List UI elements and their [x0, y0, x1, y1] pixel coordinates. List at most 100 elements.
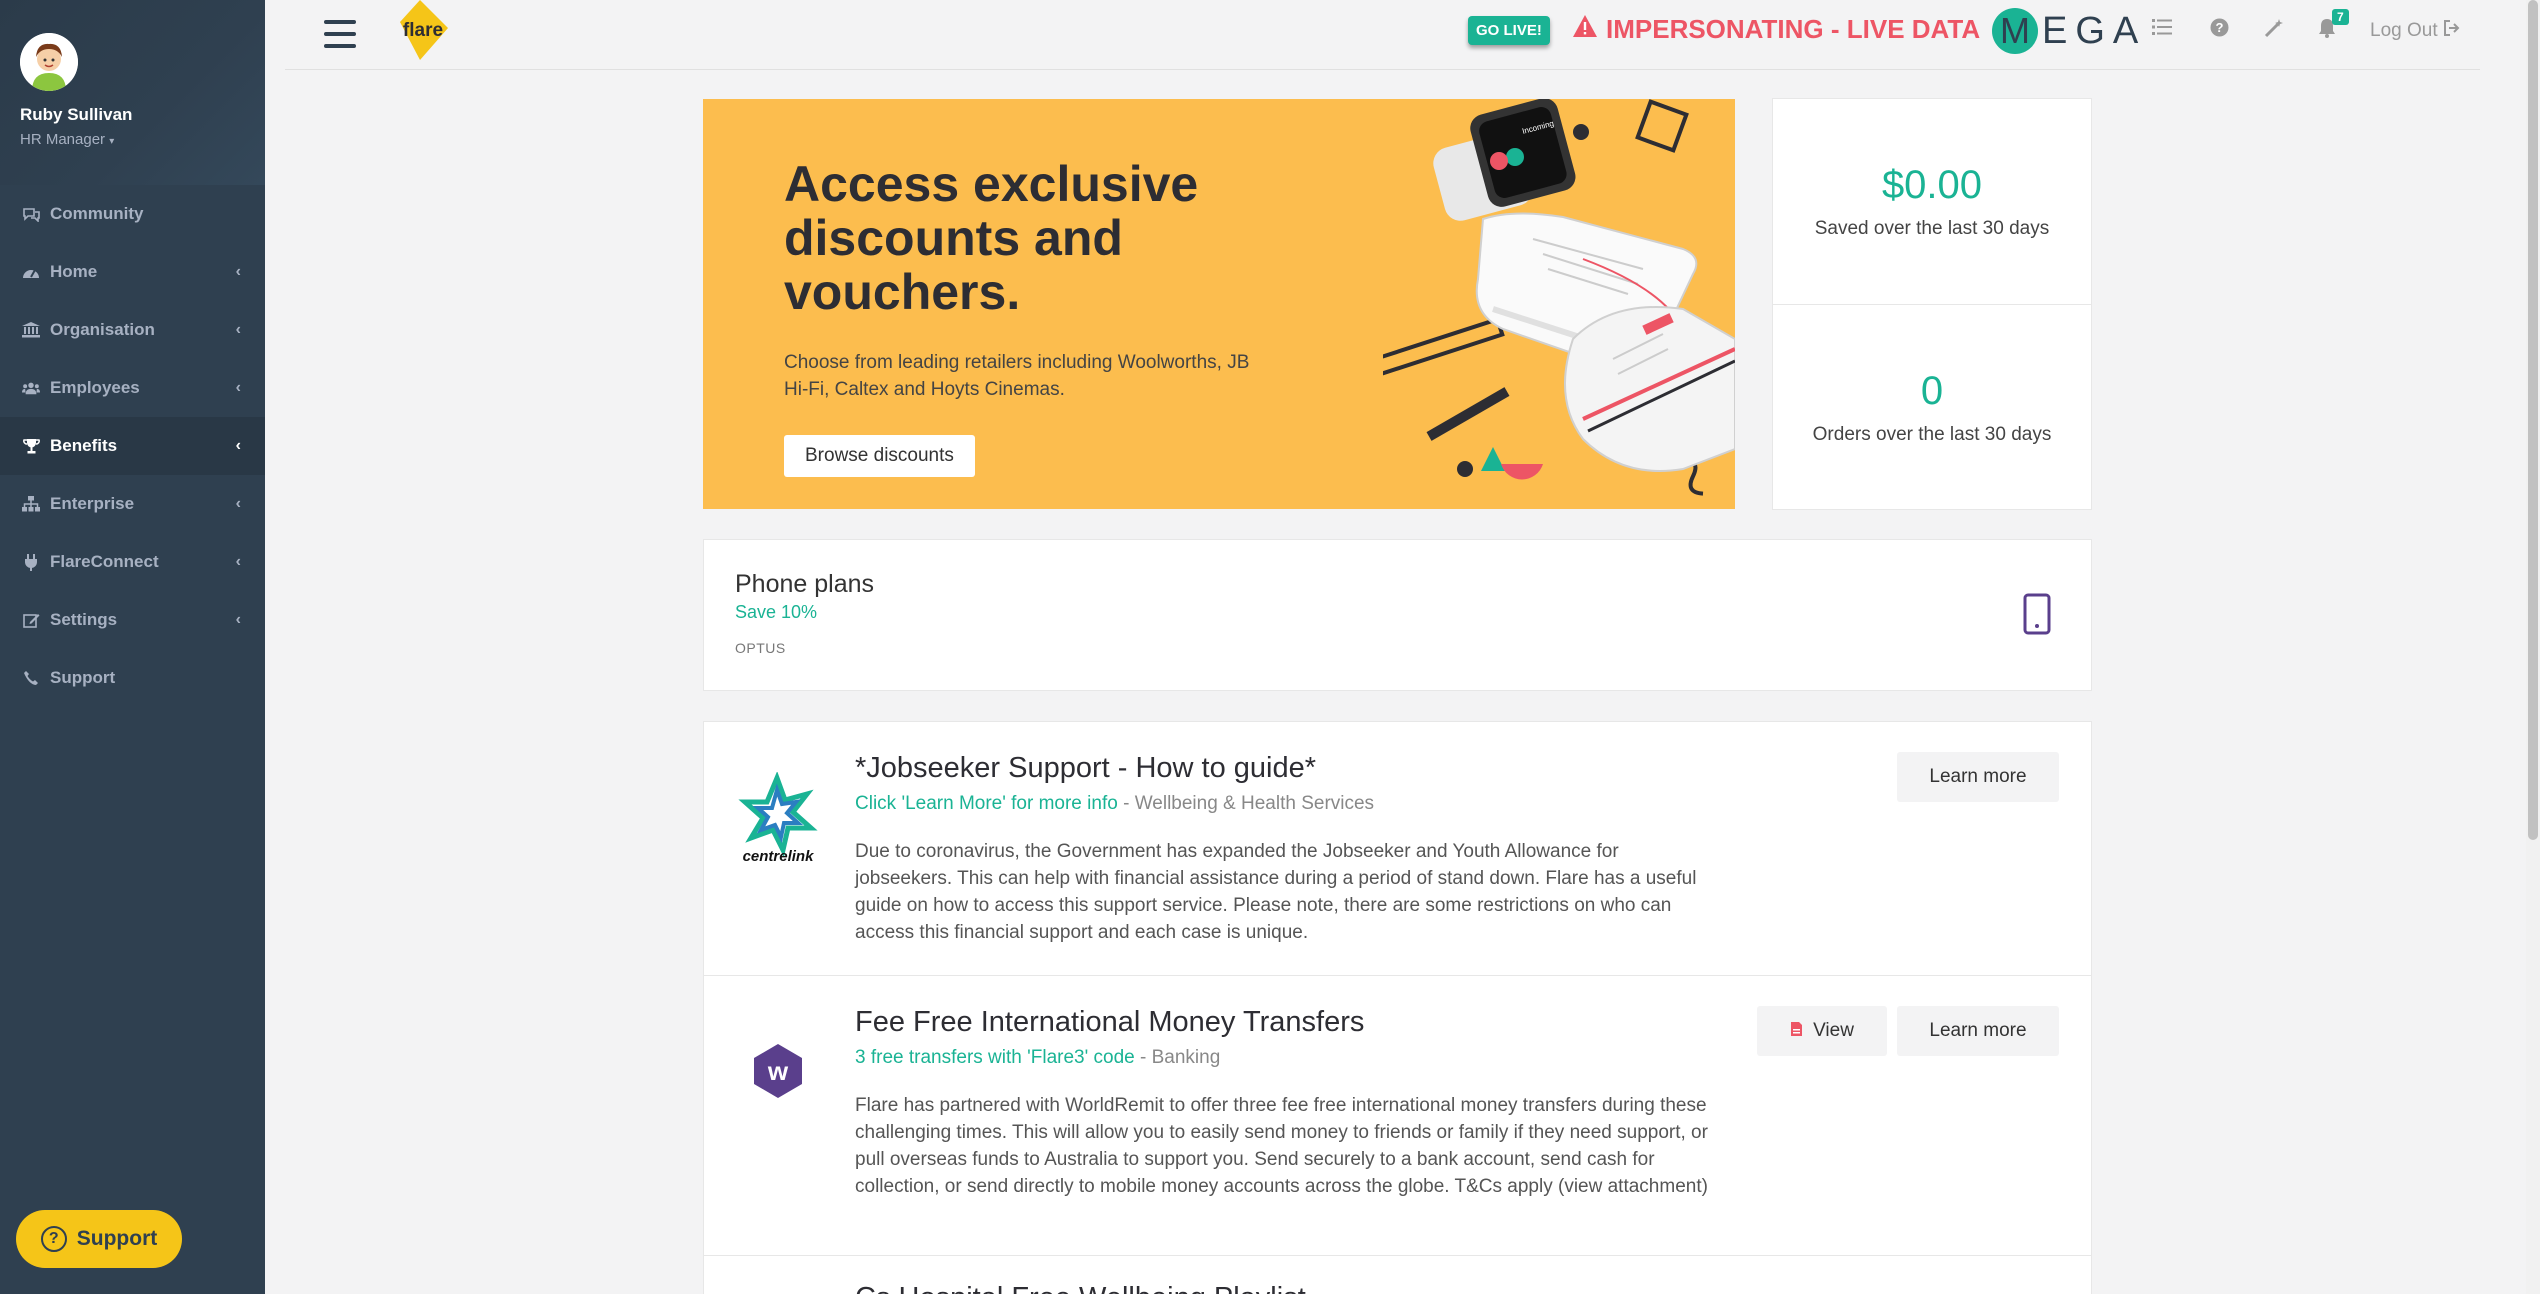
- users-icon: [22, 379, 40, 397]
- offer-description: Flare has partnered with WorldRemit to o…: [855, 1095, 1708, 1197]
- sidebar-item-benefits[interactable]: Benefits ‹: [0, 417, 265, 475]
- phone-plan-card[interactable]: Phone plans Save 10% OPTUS: [703, 539, 2092, 691]
- mega-m-circle: M: [1992, 8, 2038, 54]
- plan-title: Phone plans: [735, 570, 875, 598]
- offer-title: *Jobseeker Support - How to guide*: [855, 752, 1317, 784]
- page-scrollbar[interactable]: [2526, 0, 2540, 1294]
- logout-label[interactable]: Log Out: [2370, 20, 2438, 41]
- profile-role[interactable]: HR Manager: [20, 131, 105, 148]
- banner-illustration: Incoming: [1383, 99, 1735, 496]
- sitemap-icon: [22, 495, 40, 513]
- saved-value: $0.00: [1881, 163, 1983, 207]
- offer-subtitle: 3 free transfers with 'Flare3' code - Ba…: [855, 1047, 1220, 1069]
- mobile-phone-icon: [2023, 593, 2051, 640]
- logout-link[interactable]: Log Out: [2370, 20, 2461, 42]
- sidebar-item-label: FlareConnect: [50, 552, 159, 571]
- profile-name: Ruby Sullivan: [20, 105, 133, 124]
- offer-subtitle: Click 'Learn More' for more info - Wellb…: [855, 793, 1374, 815]
- dashboard-icon: [22, 263, 40, 281]
- warning-icon: [1572, 14, 1598, 45]
- saved-stat: $0.00 Saved over the last 30 days: [1773, 99, 2091, 304]
- worldremit-logo: w: [733, 1026, 823, 1121]
- offer-description: Due to coronavirus, the Government has e…: [855, 841, 1697, 943]
- savings-stats-card: $0.00 Saved over the last 30 days 0 Orde…: [1772, 98, 2092, 510]
- orders-label: Orders over the last 30 days: [1812, 423, 2052, 445]
- comments-icon: [22, 205, 40, 223]
- impersonating-text: IMPERSONATING - LIVE DATA: [1606, 14, 1981, 44]
- plug-icon: [22, 553, 40, 571]
- support-button-label: Support: [76, 1227, 158, 1250]
- orders-stat: 0 Orders over the last 30 days: [1773, 304, 2091, 509]
- orders-value: 0: [1920, 368, 1944, 413]
- chevron-left-icon: ‹: [235, 263, 241, 280]
- list-icon[interactable]: [2152, 18, 2172, 42]
- sidebar: Ruby Sullivan HR Manager ▾ Community Hom…: [0, 0, 265, 1294]
- chevron-left-icon: ‹: [235, 379, 241, 396]
- view-label[interactable]: View: [1813, 1020, 1854, 1042]
- bank-icon: [22, 321, 40, 339]
- magic-wand-icon[interactable]: [2264, 18, 2284, 44]
- profile-role-dropdown[interactable]: HR Manager ▾: [20, 131, 265, 148]
- sidebar-item-label: Benefits: [50, 436, 118, 455]
- go-live-button[interactable]: GO LIVE!: [1468, 16, 1550, 45]
- chevron-left-icon: ‹: [235, 495, 241, 512]
- mega-brand-logo: M EGA: [1992, 8, 2146, 54]
- chevron-left-icon: ‹: [235, 611, 241, 628]
- sidebar-item-organisation[interactable]: Organisation ‹: [0, 301, 265, 359]
- offer-title: Cs Hospital Free Wellbeing Playlist: [855, 1282, 1306, 1294]
- phone-icon: [22, 669, 40, 687]
- plan-saving: Save 10%: [735, 602, 818, 622]
- offer-highlight: 3 free transfers with 'Flare3' code: [855, 1047, 1135, 1068]
- hamburger-menu-icon[interactable]: [324, 20, 356, 48]
- sidebar-item-employees[interactable]: Employees ‹: [0, 359, 265, 417]
- flare-logo-text: flare: [403, 20, 443, 41]
- banner-title: Access exclusive discounts and vouchers.: [784, 156, 1199, 320]
- help-circle-icon[interactable]: ?: [2210, 18, 2229, 43]
- sidebar-nav: Community Home ‹ Organisation ‹ Employee…: [0, 185, 265, 707]
- sidebar-item-flareconnect[interactable]: FlareConnect ‹: [0, 533, 265, 591]
- offer-category: Wellbeing & Health Services: [1134, 793, 1375, 814]
- sidebar-item-label: Home: [50, 262, 98, 281]
- centrelink-logo-text: centrelink: [743, 848, 815, 862]
- edit-icon: [22, 611, 40, 629]
- sidebar-item-support[interactable]: Support: [0, 649, 265, 707]
- trophy-icon: [22, 437, 40, 455]
- support-button[interactable]: ? Support: [16, 1210, 182, 1268]
- offer-category: Banking: [1151, 1047, 1221, 1068]
- sign-out-icon: [2443, 20, 2461, 41]
- mega-brand-text: EGA: [2042, 9, 2147, 52]
- learn-more-button[interactable]: Learn more: [1897, 752, 2059, 802]
- file-pdf-icon: [1790, 1021, 1803, 1042]
- worldremit-logo-text: w: [767, 1056, 789, 1086]
- question-circle-icon: ?: [40, 1226, 67, 1252]
- sidebar-item-label: Support: [50, 668, 116, 687]
- offers-list: centrelink *Jobseeker Support - How to g…: [703, 721, 2092, 1294]
- sidebar-item-label: Employees: [50, 378, 140, 397]
- browse-discounts-button[interactable]: Browse discounts: [784, 435, 975, 477]
- sidebar-item-settings[interactable]: Settings ‹: [0, 591, 265, 649]
- svg-text:?: ?: [2216, 20, 2224, 35]
- learn-more-button[interactable]: Learn more: [1897, 1006, 2059, 1056]
- list-item: centrelink *Jobseeker Support - How to g…: [704, 722, 2091, 976]
- view-attachment-button[interactable]: View: [1757, 1006, 1887, 1056]
- offer-highlight: Click 'Learn More' for more info: [855, 793, 1118, 814]
- caret-down-icon[interactable]: ▾: [109, 136, 114, 147]
- plan-provider: OPTUS: [735, 640, 786, 656]
- sidebar-item-label: Organisation: [50, 320, 155, 339]
- flare-logo[interactable]: flare: [390, 0, 450, 67]
- impersonating-banner: IMPERSONATING - LIVE DATA: [1572, 14, 1980, 45]
- sidebar-item-enterprise[interactable]: Enterprise ‹: [0, 475, 265, 533]
- scrollbar-thumb[interactable]: [2528, 0, 2538, 840]
- avatar[interactable]: [20, 33, 78, 91]
- banner-description: Choose from leading retailers including …: [784, 352, 1250, 400]
- sidebar-item-community[interactable]: Community: [0, 185, 265, 243]
- discounts-banner: Access exclusive discounts and vouchers.…: [703, 99, 1735, 509]
- sidebar-item-label: Enterprise: [50, 494, 135, 513]
- offer-title: Fee Free International Money Transfers: [855, 1006, 1365, 1038]
- list-item: w Fee Free International Money Transfers…: [704, 976, 2091, 1256]
- sidebar-item-home[interactable]: Home ‹: [0, 243, 265, 301]
- centrelink-logo: centrelink: [733, 771, 823, 867]
- sidebar-item-label: Settings: [50, 610, 118, 629]
- chevron-left-icon: ‹: [235, 437, 241, 454]
- chevron-left-icon: ‹: [235, 321, 241, 338]
